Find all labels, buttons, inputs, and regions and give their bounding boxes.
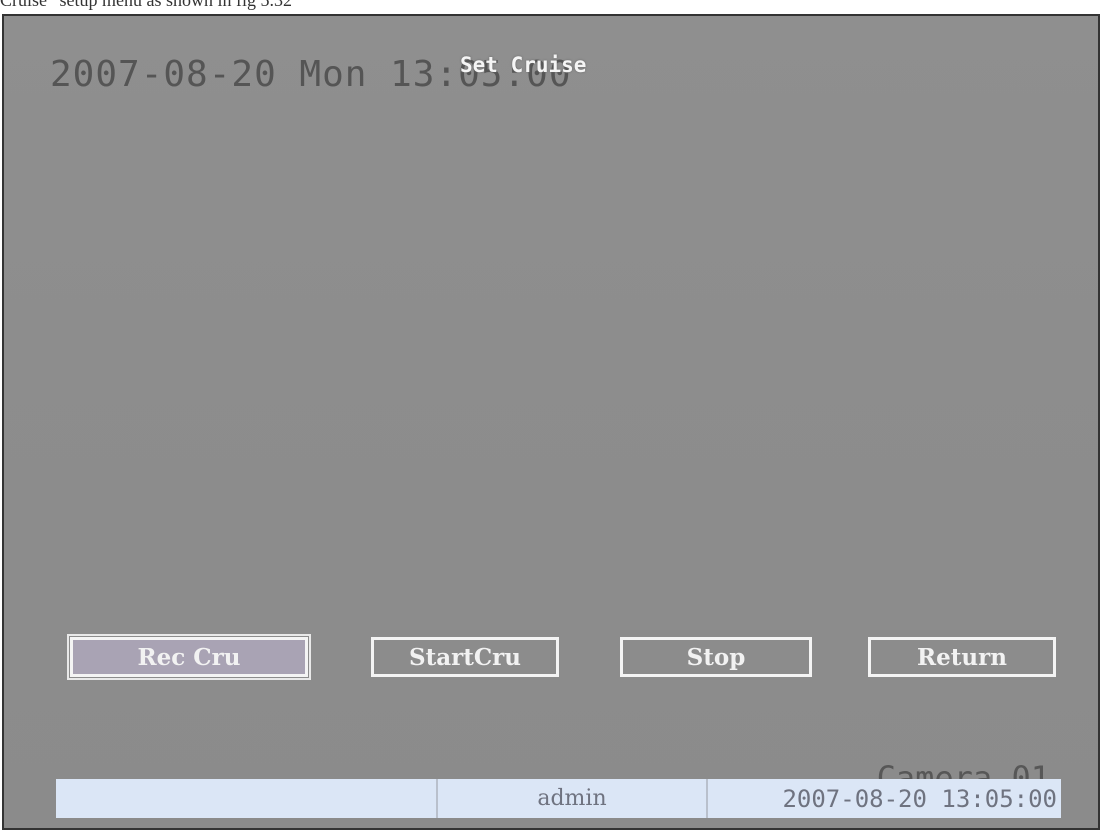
dvr-osd-screen: 2007-08-20 Mon 13:05:00 Set Cruise Rec C… bbox=[2, 14, 1100, 830]
stop-button[interactable]: Stop bbox=[620, 637, 812, 677]
status-cell-empty bbox=[56, 779, 438, 818]
return-button[interactable]: Return bbox=[868, 637, 1056, 677]
status-user: admin bbox=[438, 779, 708, 818]
figure-caption: Cruise” setup menu as shown in fig 5.32 bbox=[0, 0, 292, 10]
document-page: Cruise” setup menu as shown in fig 5.32 … bbox=[0, 0, 1102, 837]
status-datetime: 2007-08-20 13:05:00 bbox=[782, 784, 1057, 813]
start-cru-button[interactable]: StartCru bbox=[371, 637, 559, 677]
rec-cru-button[interactable]: Rec Cru bbox=[67, 634, 311, 680]
menu-title: Set Cruise bbox=[460, 53, 587, 77]
status-bar: admin 2007-08-20 13:05:00 bbox=[56, 779, 1061, 818]
